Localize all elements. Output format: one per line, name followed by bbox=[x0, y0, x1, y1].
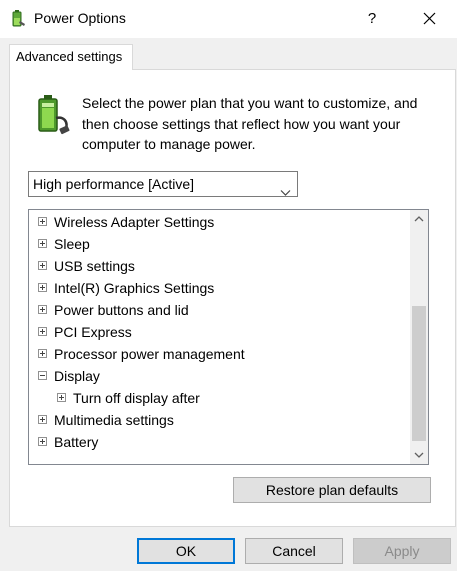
tree-item-label: USB settings bbox=[54, 258, 135, 274]
apply-button[interactable]: Apply bbox=[353, 538, 451, 564]
chevron-down-icon bbox=[280, 180, 291, 196]
expand-plus-icon[interactable] bbox=[38, 261, 47, 270]
battery-plug-icon bbox=[30, 94, 74, 138]
tree-item[interactable]: Power buttons and lid bbox=[29, 299, 407, 321]
expand-plus-icon[interactable] bbox=[38, 415, 47, 424]
tree-item[interactable]: Multimedia settings bbox=[29, 409, 407, 431]
tree-item[interactable]: Wireless Adapter Settings bbox=[29, 211, 407, 233]
power-options-icon bbox=[8, 9, 28, 29]
power-plan-select[interactable]: High performance [Active] bbox=[28, 171, 298, 197]
restore-plan-defaults-button[interactable]: Restore plan defaults bbox=[233, 477, 431, 503]
tree-item[interactable]: Turn off display after bbox=[29, 387, 407, 409]
tree-item-label: Processor power management bbox=[54, 346, 245, 362]
tree-item[interactable]: USB settings bbox=[29, 255, 407, 277]
ok-button[interactable]: OK bbox=[137, 538, 235, 564]
expand-plus-icon[interactable] bbox=[38, 327, 47, 336]
settings-tree[interactable]: Battery Multimedia settings Turn off displ… bbox=[28, 209, 429, 465]
expand-plus-icon[interactable] bbox=[38, 349, 47, 358]
tree-item-label: Sleep bbox=[54, 236, 90, 252]
power-plan-value: High performance [Active] bbox=[33, 176, 195, 192]
scroll-down-icon[interactable] bbox=[410, 446, 428, 464]
description-text: Select the power plan that you want to c… bbox=[82, 95, 418, 152]
expand-plus-icon[interactable] bbox=[38, 305, 47, 314]
tab-advanced-settings[interactable]: Advanced settings bbox=[9, 44, 133, 70]
collapse-minus-icon[interactable] bbox=[38, 371, 47, 380]
tree-item-label: Turn off display after bbox=[73, 390, 200, 406]
tree-item-label: Intel(R) Graphics Settings bbox=[54, 280, 215, 296]
tree-item[interactable]: Sleep bbox=[29, 233, 407, 255]
cancel-button[interactable]: Cancel bbox=[245, 538, 343, 564]
tree-item-label: Multimedia settings bbox=[54, 412, 174, 428]
expand-plus-icon[interactable] bbox=[38, 217, 47, 226]
tree-item[interactable]: Processor power management bbox=[29, 343, 407, 365]
power-options-dialog: Power Options ? Advanced settings Select… bbox=[0, 0, 457, 571]
close-button[interactable] bbox=[408, 0, 452, 38]
tree-item-label: Power buttons and lid bbox=[54, 302, 189, 318]
expand-plus-icon[interactable] bbox=[57, 393, 66, 402]
tree-item[interactable]: Intel(R) Graphics Settings bbox=[29, 277, 407, 299]
tree-item[interactable]: PCI Express bbox=[29, 321, 407, 343]
tree-item[interactable]: Display bbox=[29, 365, 407, 387]
close-icon bbox=[423, 12, 436, 25]
expand-plus-icon[interactable] bbox=[38, 239, 47, 248]
tree-item-label: Display bbox=[54, 368, 100, 384]
scroll-thumb[interactable] bbox=[412, 306, 426, 441]
window-title: Power Options bbox=[34, 10, 126, 26]
help-button[interactable]: ? bbox=[354, 0, 390, 38]
scroll-up-icon[interactable] bbox=[410, 210, 428, 228]
title-bar[interactable]: Power Options ? bbox=[0, 0, 457, 38]
tree-item-label: Battery bbox=[54, 434, 99, 450]
tree-scrollbar[interactable] bbox=[410, 210, 428, 464]
tree-item[interactable]: Battery bbox=[29, 431, 407, 453]
expand-plus-icon[interactable] bbox=[38, 437, 47, 446]
tree-item-label: Wireless Adapter Settings bbox=[54, 214, 215, 230]
tree-item-label: PCI Express bbox=[54, 324, 132, 340]
expand-plus-icon[interactable] bbox=[38, 283, 47, 292]
